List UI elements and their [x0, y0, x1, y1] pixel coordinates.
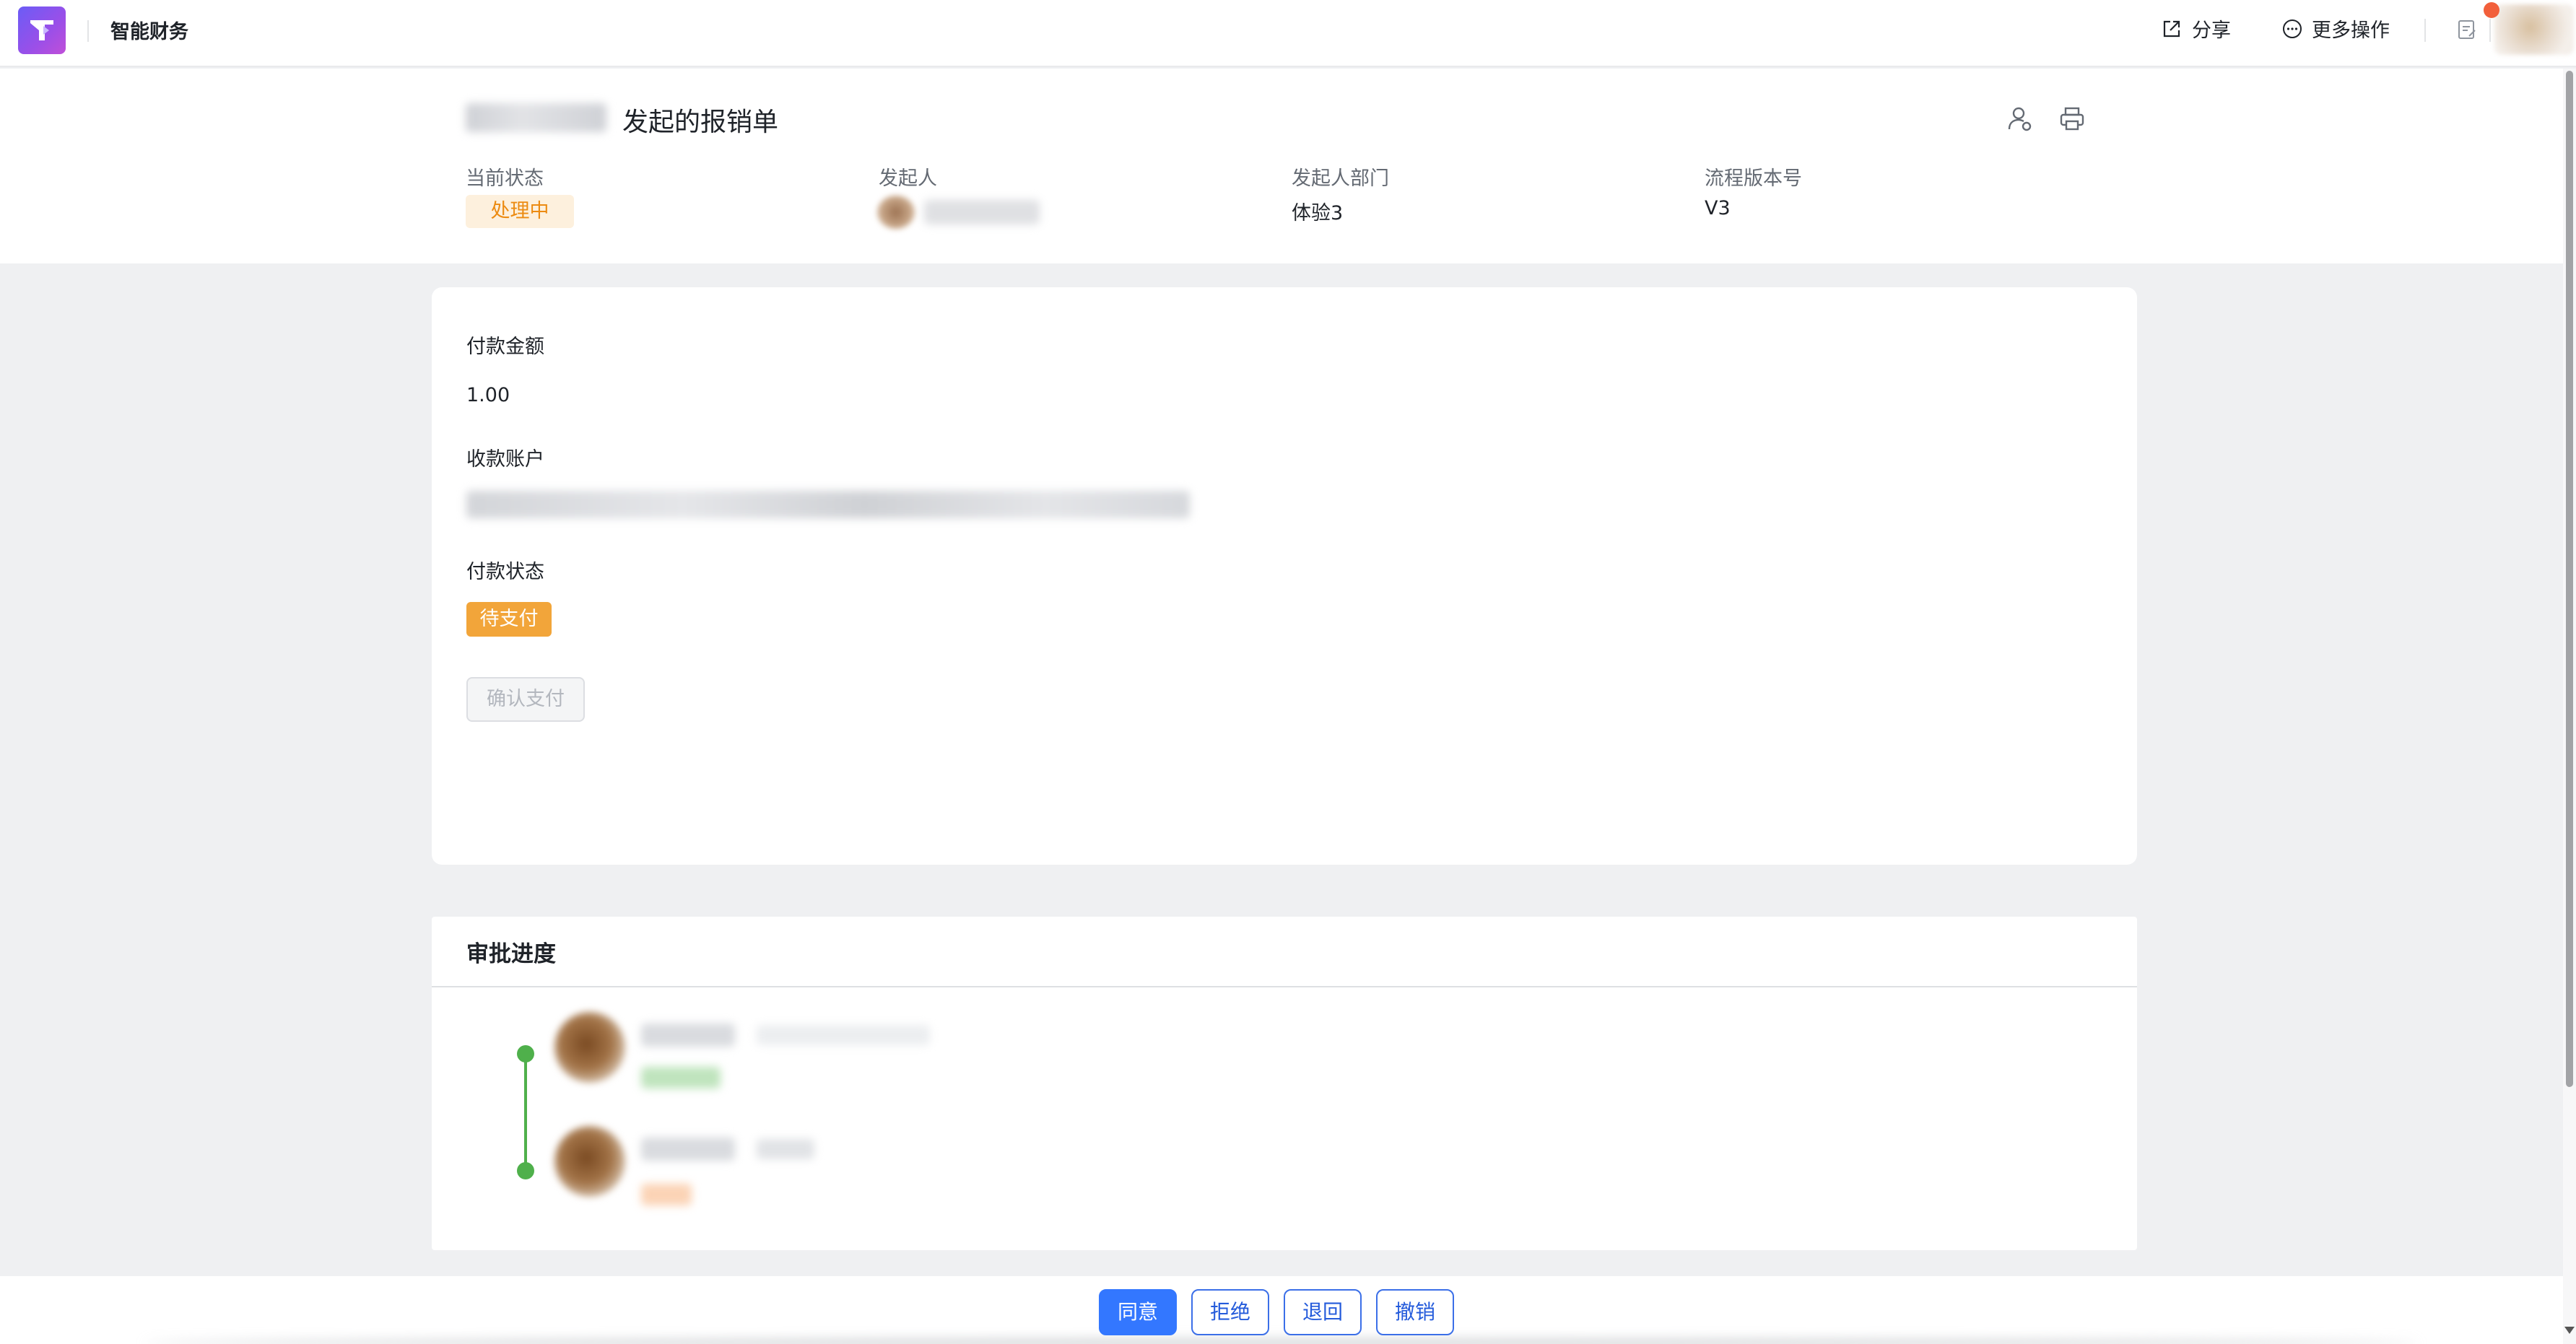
share-button[interactable]: 分享 [2160, 14, 2231, 43]
agree-button[interactable]: 同意 [1099, 1289, 1177, 1335]
notification-dot [2484, 2, 2499, 18]
approval-time [757, 1025, 930, 1045]
document-header: 发起的报销单 当前状态 处理中 发起人 发起人部门 体验3 流程版本号 V3 [0, 69, 2563, 263]
share-icon [2163, 20, 2180, 37]
approval-divider [432, 986, 2137, 987]
print-icon[interactable] [2058, 105, 2087, 134]
starter-name-blurred [466, 103, 606, 132]
scroll-down-arrow-icon[interactable] [2564, 1327, 2575, 1334]
receiving-account-label: 收款账户 [466, 448, 544, 471]
payment-card: 付款金额 1.00 收款账户 付款状态 待支付 确认支付 [432, 287, 2137, 865]
payment-amount-value: 1.00 [466, 384, 510, 406]
revoke-button[interactable]: 撤销 [1376, 1289, 1454, 1335]
payment-status-label: 付款状态 [466, 561, 544, 583]
pending-badge [641, 1184, 692, 1205]
bottom-action-bar: 同意 拒绝 退回 撤销 [0, 1276, 2563, 1344]
status-badge: 处理中 [466, 195, 574, 228]
timeline-node [517, 1045, 534, 1062]
receiving-account-value [466, 491, 1190, 518]
approval-result-badge [641, 1067, 721, 1088]
approval-progress-card: 审批进度 [432, 917, 2137, 1250]
app-title: 智能财务 [110, 21, 188, 43]
approver-avatar [554, 1126, 625, 1197]
top-bar-separator [2489, 19, 2491, 42]
approver-name [641, 1138, 735, 1161]
page-title: 发起的报销单 [622, 108, 779, 137]
timeline-node [517, 1162, 534, 1179]
starter-avatar [877, 196, 915, 229]
scrollbar-thumb[interactable] [2566, 71, 2573, 1087]
approval-role [757, 1139, 814, 1159]
confirm-payment-button[interactable]: 确认支付 [466, 677, 585, 722]
return-button[interactable]: 退回 [1284, 1289, 1362, 1335]
more-icon [2283, 19, 2302, 38]
meta-value-department: 体验3 [1292, 202, 1344, 224]
meta-label-department: 发起人部门 [1292, 167, 1389, 190]
notes-icon[interactable] [2456, 19, 2478, 42]
approver-avatar [554, 1012, 625, 1083]
user-avatar[interactable] [2494, 4, 2574, 55]
starter-name [924, 200, 1040, 224]
user-settings-icon[interactable] [2006, 105, 2035, 134]
meta-label-status: 当前状态 [466, 167, 544, 190]
payment-status-badge: 待支付 [466, 602, 552, 637]
approval-progress-title: 审批进度 [466, 941, 556, 967]
share-label: 分享 [2192, 19, 2231, 42]
timeline-line [524, 1054, 527, 1172]
app-logo-icon [30, 20, 53, 40]
app-title-divider [87, 20, 89, 42]
top-bar-separator [2424, 19, 2426, 42]
payment-amount-label: 付款金额 [466, 336, 544, 358]
more-actions-button[interactable]: 更多操作 [2281, 14, 2390, 43]
approver-name [641, 1024, 735, 1047]
reject-button[interactable]: 拒绝 [1191, 1289, 1269, 1335]
meta-label-version: 流程版本号 [1705, 167, 1802, 190]
app-logo[interactable] [18, 6, 66, 54]
bottom-bar-shadow [144, 1340, 2419, 1344]
top-bar: 智能财务 分享 更多操作 [0, 0, 2576, 67]
meta-label-starter: 发起人 [879, 167, 937, 190]
meta-value-version: V3 [1705, 197, 1731, 219]
more-actions-label: 更多操作 [2312, 19, 2390, 42]
